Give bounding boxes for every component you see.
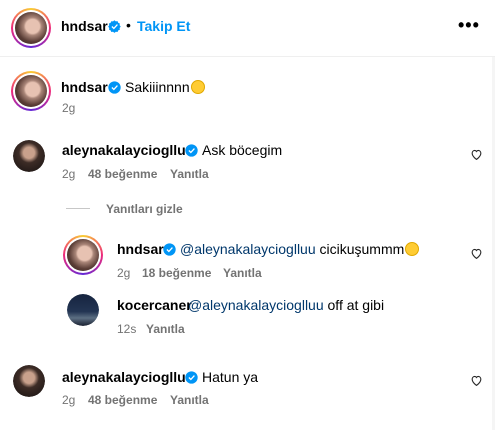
reply-button[interactable]: Yanıtla bbox=[170, 167, 209, 181]
reply-username[interactable]: kocercaner bbox=[117, 297, 192, 313]
comment-text: Ask böcegim bbox=[202, 142, 283, 158]
reply-text: @aleynakalaycioglluu off at gibi bbox=[188, 297, 385, 313]
header-username[interactable]: hndsar bbox=[61, 18, 108, 34]
reply-button[interactable]: Yanıtla bbox=[223, 266, 262, 280]
caption-text: Sakiiinnnn bbox=[125, 79, 205, 95]
hide-replies-button[interactable]: Yanıtları gizle bbox=[106, 202, 183, 216]
reply-time: 12s bbox=[117, 322, 137, 336]
comment-username[interactable]: aleynakalaycioglluu bbox=[62, 369, 194, 385]
heart-outline-icon[interactable] bbox=[470, 247, 483, 260]
verified-badge-icon bbox=[108, 81, 121, 94]
comment-likes[interactable]: 48 beğenme bbox=[88, 167, 157, 181]
reply-button[interactable]: Yanıtla bbox=[146, 322, 185, 336]
reply-likes[interactable]: 18 beğenme bbox=[142, 266, 211, 280]
comment-time: 2g bbox=[62, 167, 76, 181]
reply-avatar[interactable] bbox=[67, 294, 99, 326]
crying-emoji-icon bbox=[405, 242, 420, 256]
comment-likes[interactable]: 48 beğenme bbox=[88, 393, 157, 407]
reply-avatar[interactable] bbox=[63, 235, 103, 275]
verified-badge-icon bbox=[185, 144, 198, 157]
more-options-icon[interactable]: ••• bbox=[458, 15, 480, 36]
grimace-emoji-icon bbox=[190, 80, 205, 94]
caption-avatar[interactable] bbox=[11, 71, 51, 111]
heart-outline-icon[interactable] bbox=[470, 148, 483, 161]
reply-button[interactable]: Yanıtla bbox=[170, 393, 209, 407]
header-separator: • bbox=[126, 17, 131, 33]
caption-time: 2g bbox=[62, 101, 76, 115]
reply-text: @aleynakalaycioglluu cicikuşummm bbox=[180, 241, 420, 257]
comment-username[interactable]: aleynakalaycioglluu bbox=[62, 142, 194, 158]
follow-button[interactable]: Takip Et bbox=[137, 18, 190, 34]
verified-badge-icon bbox=[163, 243, 176, 256]
header-avatar[interactable] bbox=[11, 8, 51, 48]
reply-mention[interactable]: @aleynakalaycioglluu bbox=[188, 297, 324, 313]
caption-username[interactable]: hndsar bbox=[61, 79, 108, 95]
reply-time: 2g bbox=[117, 266, 131, 280]
reply-mention[interactable]: @aleynakalaycioglluu bbox=[180, 241, 316, 257]
verified-badge-icon bbox=[185, 371, 198, 384]
verified-badge-icon bbox=[108, 20, 121, 33]
comment-avatar[interactable] bbox=[13, 365, 45, 397]
comment-avatar[interactable] bbox=[13, 140, 45, 172]
comment-time: 2g bbox=[62, 393, 76, 407]
hide-replies-divider bbox=[66, 208, 90, 209]
post-header: hndsar • Takip Et ••• bbox=[0, 0, 495, 57]
heart-outline-icon[interactable] bbox=[470, 374, 483, 387]
reply-username[interactable]: hndsar bbox=[117, 241, 164, 257]
comment-text: Hatun ya bbox=[202, 369, 259, 385]
